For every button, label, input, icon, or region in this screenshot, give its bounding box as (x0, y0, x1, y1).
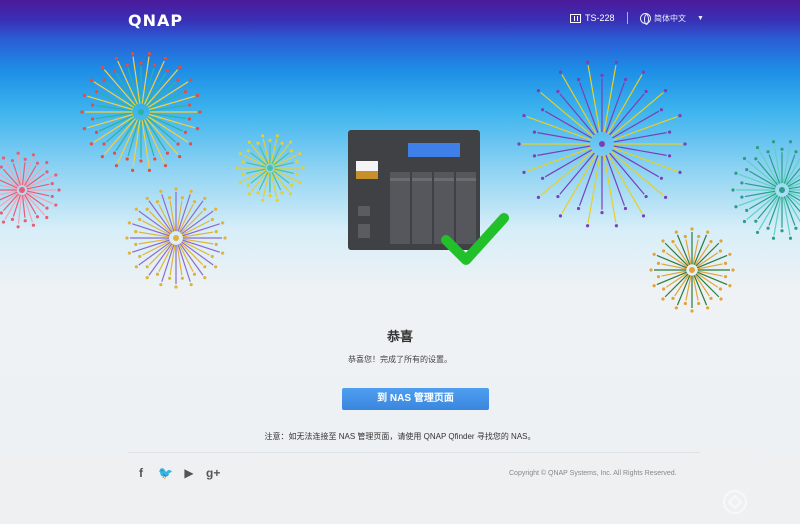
firework-burst (649, 227, 735, 313)
youtube-icon[interactable]: ▶ (182, 466, 196, 480)
qfinder-note: 注意：如无法连接至 NAS 管理页面，请使用 QNAP Qfinder 寻找您的… (264, 432, 536, 441)
nas-label-gold (356, 171, 378, 179)
nas-port (358, 224, 370, 238)
social-links: f 🐦 ▶ g+ (134, 466, 220, 480)
facebook-icon[interactable]: f (134, 466, 148, 480)
page-title: 恭喜 (386, 329, 413, 344)
watermark-logo (723, 490, 747, 514)
nas-illustration (348, 130, 509, 265)
copyright-text: Copyright © QNAP Systems, Inc. All Right… (509, 470, 677, 477)
nas-port (358, 206, 370, 216)
nas-label-white (356, 161, 378, 171)
completion-message: 恭喜您！完成了所有的设置。 (348, 355, 452, 364)
go-to-nas-button[interactable]: 到 NAS 管理页面 (342, 388, 489, 410)
nas-display (408, 143, 460, 157)
firework-burst (517, 60, 687, 228)
footer-divider (128, 452, 700, 453)
firework-burst (80, 52, 202, 172)
firework-burst (731, 140, 800, 240)
firework-burst (0, 151, 61, 229)
google-plus-icon[interactable]: g+ (206, 466, 220, 480)
twitter-icon[interactable]: 🐦 (158, 466, 173, 480)
firework-burst (125, 187, 227, 289)
firework-burst (235, 134, 305, 202)
